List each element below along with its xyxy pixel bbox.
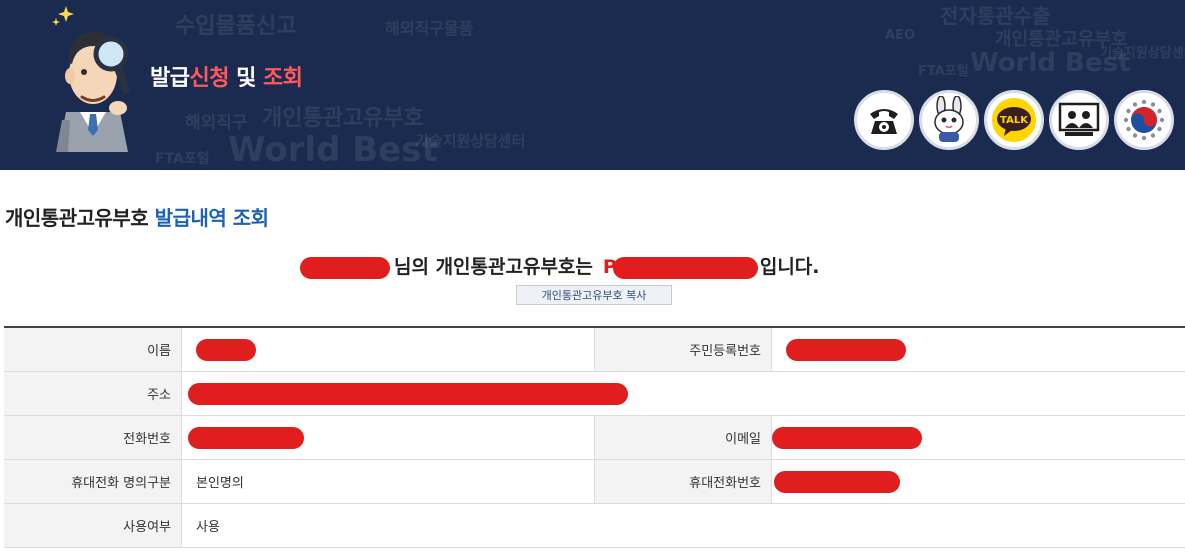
mobile-owner-label: 휴대전화 명의구분 <box>4 460 182 503</box>
bg-word: 기술지원상담센터 <box>1100 46 1185 61</box>
redacted-customs-code <box>612 256 758 279</box>
bg-word: World Best <box>228 130 438 170</box>
phone-label: 전화번호 <box>4 416 182 459</box>
page-title-highlight: 발급내역 조회 <box>154 206 269 230</box>
rrn-value <box>772 328 1185 371</box>
result-message: 님의 개인통관고유부호는 P 입니다. <box>300 252 900 279</box>
korea-emblem-icon-graphic <box>1123 99 1165 141</box>
name-label: 이름 <box>4 328 182 371</box>
info-table: 이름 주민등록번호 주소 전화번호 이메일 휴대전화 명의구분 본인명의 휴대전… <box>4 326 1185 548</box>
table-row: 전화번호 이메일 <box>4 416 1185 460</box>
address-label: 주소 <box>4 372 182 415</box>
redacted-value <box>772 426 922 449</box>
kakao-talk-icon-graphic: TALK <box>992 98 1036 142</box>
banner-title-text: 발급 <box>150 66 190 91</box>
korea-emblem-icon[interactable] <box>1114 90 1174 150</box>
redacted-value <box>786 338 906 361</box>
redacted-name <box>300 256 390 279</box>
mobile-owner-value: 본인명의 <box>182 460 595 503</box>
redacted-value <box>188 426 304 449</box>
telephone-icon-graphic <box>870 109 898 134</box>
mobile-label: 휴대전화번호 <box>595 460 772 503</box>
mascot-chat-icon[interactable] <box>919 90 979 150</box>
result-message-text: 님의 개인통관고유부호는 <box>394 256 593 278</box>
redacted-value <box>774 470 900 493</box>
header-banner: 수입물품신고 해외직구물품 전자통관수출 개인통관고유부호 World Best… <box>0 0 1185 170</box>
bg-word: 개인통관고유부호 <box>262 106 424 131</box>
table-row: 이름 주민등록번호 <box>4 328 1185 372</box>
mobile-value <box>772 460 1185 503</box>
video-consult-icon-graphic <box>1058 102 1100 136</box>
kakao-talk-label: TALK <box>1000 115 1029 126</box>
video-consult-icon[interactable] <box>1049 90 1109 150</box>
kakao-talk-icon[interactable]: TALK <box>984 90 1044 150</box>
banner-title-highlight: 조회 <box>263 66 303 91</box>
copy-code-button[interactable]: 개인통관고유부호 복사 <box>516 285 672 305</box>
table-row: 휴대전화 명의구분 본인명의 휴대전화번호 <box>4 460 1185 504</box>
banner-title: 발급신청 및 조회 <box>150 60 303 92</box>
email-label: 이메일 <box>595 416 772 459</box>
address-value <box>182 372 1185 415</box>
banner-title-text: 및 <box>228 66 264 91</box>
table-row: 주소 <box>4 372 1185 416</box>
bg-word: 수입물품신고 <box>175 14 297 39</box>
result-message-end: 입니다. <box>759 256 820 278</box>
email-value <box>772 416 1185 459</box>
usage-value: 사용 <box>196 520 220 535</box>
phone-value <box>182 416 595 459</box>
page-title: 개인통관고유부호 발급내역 조회 <box>5 202 269 231</box>
banner-title-highlight: 신청 <box>189 66 229 91</box>
bg-word: AEO <box>885 28 915 43</box>
bg-word: FTA포털 <box>155 151 210 167</box>
name-value <box>182 328 595 371</box>
page-title-prefix: 개인통관고유부호 <box>5 206 149 230</box>
redacted-value <box>188 382 628 405</box>
usage-label: 사용여부 <box>4 504 182 547</box>
bg-word: 해외직구물품 <box>385 19 474 38</box>
bg-word: 기술지원상담센터 <box>415 132 526 150</box>
table-row: 사용여부 사용 <box>4 504 1185 548</box>
mascot-magnifier-icon <box>52 6 131 152</box>
telephone-icon[interactable] <box>854 90 914 150</box>
bg-word: FTA포털 <box>918 64 969 79</box>
mascot-chat-icon-graphic <box>934 96 964 142</box>
redacted-value <box>196 338 256 361</box>
rrn-label: 주민등록번호 <box>595 328 772 371</box>
